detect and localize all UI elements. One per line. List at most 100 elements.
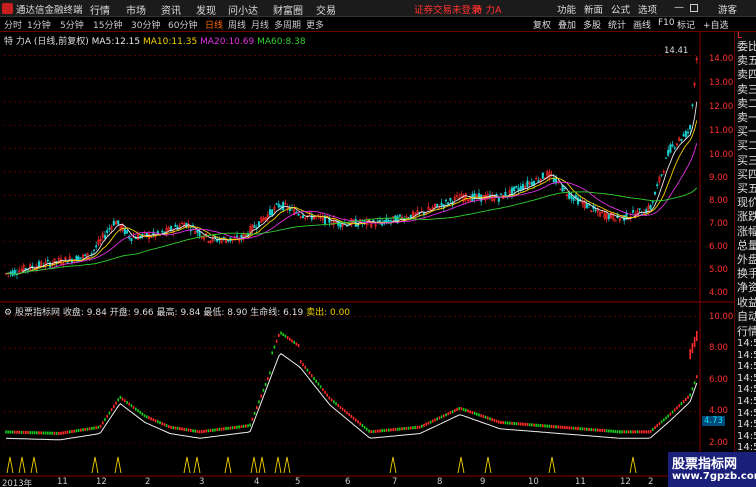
indicator-bar <box>388 428 390 432</box>
candle-body <box>37 261 41 267</box>
indicator-bar <box>517 422 520 426</box>
indicator-bar <box>245 424 247 428</box>
indicator-bar <box>480 414 482 418</box>
indicator-bar <box>588 427 590 431</box>
candle-body <box>436 203 439 207</box>
indicator-legend: ⚙ 股票指标网 收盘: 9.84 开盘: 9.66 最高: 9.84 最低: 8… <box>4 305 350 318</box>
indicator-bar <box>359 422 361 426</box>
price-tick: 11.00 <box>709 126 734 136</box>
indicator-bar <box>260 394 262 398</box>
indicator-bar <box>25 430 27 434</box>
indicator-bar <box>236 425 238 429</box>
indicator-bar <box>337 403 339 407</box>
indicator-bar <box>218 427 221 431</box>
indicator-bar <box>311 374 313 378</box>
indicator-bar <box>117 398 119 402</box>
kline-chart[interactable] <box>0 0 756 487</box>
indicator-bar <box>82 428 84 432</box>
candle-body <box>123 228 126 235</box>
x-tick: 5 <box>295 477 301 487</box>
x-tick: 12 <box>96 477 107 487</box>
indicator-bar <box>471 411 474 415</box>
settings-icon[interactable]: ⚙ <box>4 308 12 318</box>
indicator-bar <box>187 428 190 432</box>
indicator-bar <box>608 429 610 433</box>
indicator-bar <box>652 427 654 431</box>
indicator-bar <box>194 429 196 433</box>
indicator-bar <box>333 400 335 404</box>
indicator-bar <box>489 417 491 421</box>
price-tick: 8.00 <box>709 196 728 206</box>
indicator-bar <box>282 333 284 337</box>
indicator-bar <box>680 402 683 406</box>
price-tick: 4.00 <box>709 288 728 298</box>
indicator-bar <box>509 421 511 425</box>
candle-body <box>649 205 652 210</box>
indicator-bar <box>627 430 630 434</box>
candle-body <box>691 104 694 106</box>
indicator-bar <box>256 406 258 410</box>
indicator-bar <box>5 430 7 434</box>
indicator-bar <box>126 400 128 404</box>
indicator-bar <box>104 418 106 422</box>
x-tick: 10 <box>528 477 539 487</box>
candle-body <box>117 220 120 225</box>
indicator-bar <box>214 428 216 432</box>
indicator-bar <box>328 396 331 400</box>
indicator-bar <box>148 416 150 420</box>
indicator-bar <box>31 431 34 435</box>
indicator-bar <box>315 379 317 383</box>
indicator-bar <box>176 426 179 430</box>
candle-body <box>552 178 555 183</box>
candle-body <box>517 188 520 191</box>
indicator-bar <box>159 421 161 425</box>
indicator-bar <box>465 408 467 412</box>
indicator-tick: 6.00 <box>709 375 728 385</box>
indicator-bar <box>280 331 282 335</box>
candle-body <box>279 205 283 208</box>
price-tick: 10.00 <box>709 150 734 160</box>
indicator-bar <box>130 404 133 408</box>
indicator-bar <box>363 425 366 429</box>
tick-time: 14:56 <box>737 430 756 442</box>
candle-body <box>689 125 692 130</box>
x-tick: 6 <box>345 477 351 487</box>
candle-body <box>440 202 443 206</box>
candle-body <box>95 245 98 248</box>
indicator-bar <box>11 430 14 434</box>
quote-label[interactable]: 行情 <box>737 323 756 339</box>
candle-body <box>253 225 256 228</box>
indicator-bar <box>539 424 542 428</box>
indicator-bar <box>660 420 663 424</box>
candle-body <box>198 231 201 236</box>
indicator-bar <box>592 428 595 432</box>
candlestick-series <box>4 55 698 280</box>
candle-body <box>196 229 199 233</box>
indicator-bar <box>225 427 227 431</box>
indicator-bar <box>269 371 271 375</box>
candle-body <box>449 198 452 201</box>
indicator-bar <box>616 430 619 434</box>
candle-body <box>84 254 87 256</box>
indicator-bar <box>341 407 344 411</box>
indicator-bar <box>227 426 229 430</box>
indicator-bar <box>33 431 36 435</box>
indicator-bar <box>86 427 89 431</box>
signal-spike <box>274 456 282 474</box>
indicator-bar <box>583 427 586 431</box>
indicator-bar <box>438 416 441 420</box>
indicator-bar <box>685 398 687 402</box>
indicator-bar <box>80 428 82 432</box>
indicator-bar <box>240 425 243 429</box>
candle-body <box>682 134 685 137</box>
indicator-bar <box>110 408 113 412</box>
indicator-bar <box>696 330 698 341</box>
tick-time: 14:56 <box>737 419 756 431</box>
indicator-bar <box>537 423 540 427</box>
candle-body <box>563 187 566 190</box>
indicator-bar <box>355 418 357 422</box>
indicator-bar <box>121 397 124 401</box>
indicator-bar <box>165 424 168 428</box>
auto-label[interactable]: 自动 <box>737 308 756 324</box>
candle-body <box>103 234 107 239</box>
